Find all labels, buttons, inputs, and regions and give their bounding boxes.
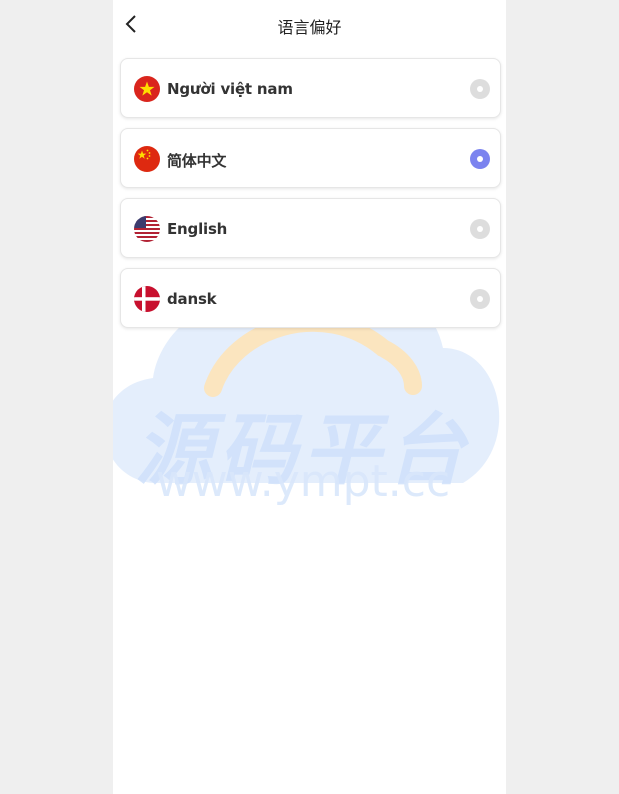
language-label: 简体中文 <box>167 152 227 170</box>
radio-button[interactable] <box>470 289 490 309</box>
app-screen: 源码平台 www.ympt.cc 语言偏好 Người việt nam 简体中… <box>113 0 506 794</box>
usa-flag-icon <box>134 216 160 242</box>
china-flag-icon <box>134 146 160 172</box>
language-label: dansk <box>167 290 217 308</box>
page-title: 语言偏好 <box>277 18 342 37</box>
language-option-english[interactable]: English <box>120 198 501 258</box>
language-option-danish[interactable]: dansk <box>120 268 501 328</box>
denmark-flag-icon <box>134 286 160 312</box>
language-label: English <box>167 220 228 238</box>
language-option-vietnamese[interactable]: Người việt nam <box>120 58 501 118</box>
language-label: Người việt nam <box>167 80 293 98</box>
language-list: Người việt nam 简体中文 English dansk <box>120 58 501 338</box>
radio-button-selected[interactable] <box>470 149 490 169</box>
radio-button[interactable] <box>470 219 490 239</box>
watermark-url: www.ympt.cc <box>155 456 451 507</box>
watermark-title: 源码平台 <box>134 406 471 496</box>
top-bar: 语言偏好 <box>113 0 506 48</box>
vietnam-flag-icon <box>134 76 160 102</box>
radio-button[interactable] <box>470 79 490 99</box>
language-option-chinese[interactable]: 简体中文 <box>120 128 501 188</box>
